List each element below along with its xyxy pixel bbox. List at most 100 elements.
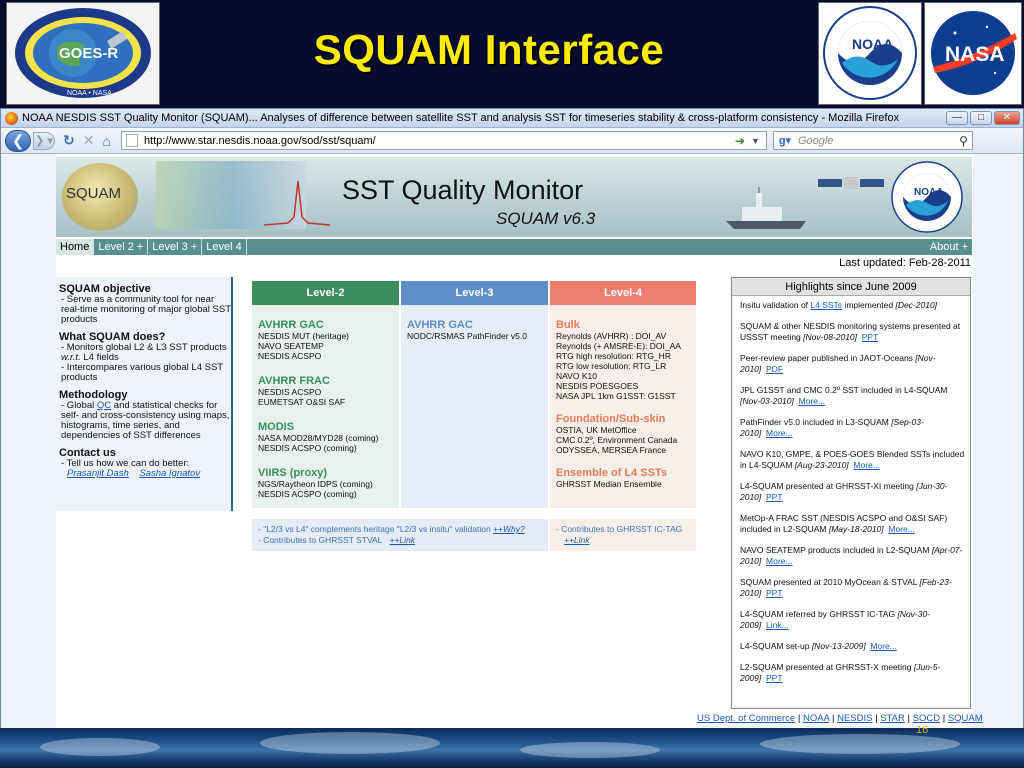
maximize-button[interactable]: □ [970,111,992,125]
l4-group-title[interactable]: Ensemble of L4 SSTs [556,467,690,479]
l2-group-title[interactable]: VIIRS (proxy) [258,467,393,479]
contact-link-dash[interactable]: Prasanjit Dash [67,468,129,479]
l4-item[interactable]: RTG high resolution: RTG_HR [556,351,690,361]
l2-item[interactable]: NAVO SEATEMP [258,341,393,351]
ictag-link[interactable]: ++Link [564,535,590,545]
footer-link[interactable]: NOAA [803,713,829,724]
why-link[interactable]: ++Why? [493,524,525,534]
magnifier-icon[interactable]: ⚲ [959,134,968,148]
footer-link[interactable]: STAR [880,713,905,724]
highlight-link[interactable]: More... [766,556,792,566]
level-3-header[interactable]: Level-3 [401,281,548,305]
highlight-link[interactable]: More... [870,641,896,651]
l2-item[interactable]: NESDIS ACSPO (coming) [258,443,393,453]
tab-about[interactable]: About + [930,241,972,253]
l2-item[interactable]: NESDIS ACSPO (coming) [258,489,393,499]
url-text[interactable]: http://www.star.nesdis.noaa.gov/sod/sst/… [144,135,735,147]
highlight-text: NAVO SEATEMP products included in L2-SQU… [740,545,932,555]
l4-item[interactable]: NESDIS POESGOES [556,381,690,391]
l2-item[interactable]: NESDIS ACSPO [258,351,393,361]
tab-home[interactable]: Home [56,239,95,255]
footer-link[interactable]: NESDIS [837,713,872,724]
cloud [760,734,960,754]
highlight-link[interactable]: L4 SSTs [810,300,842,310]
highlight-link[interactable]: PPT [766,492,783,502]
footer-link[interactable]: US Dept. of Commerce [697,713,795,724]
contact-links: Prasanjit Dash Sasha Ignatov [59,469,231,479]
tab-level-3[interactable]: Level 3 + [148,239,203,255]
site-nav-tabs: Home Level 2 + Level 3 + Level 4 About + [56,239,972,255]
separator: | [904,713,913,724]
objective-text: - Serve as a community tool for near rea… [61,294,231,325]
l4-group-title[interactable]: Bulk [556,319,690,331]
l4-item[interactable]: NAVO K10 [556,371,690,381]
level-4-header[interactable]: Level-4 [550,281,696,305]
highlight-link[interactable]: PPT [862,332,879,342]
highlights-panel: Highlights since June 2009 Insitu valida… [731,277,971,709]
highlight-item: SQUAM presented at 2010 MyOcean & STVAL … [740,577,968,599]
l4-item[interactable]: RTG low resolution: RTG_LR [556,361,690,371]
highlight-link[interactable]: PPT [766,673,783,683]
highlight-link[interactable]: PPT [766,588,783,598]
noaa-banner-logo-text: NOAA [914,187,943,198]
highlight-item: PathFinder v5.0 included in L3-SQUAM [Se… [740,417,968,439]
separator: | [829,713,838,724]
l2-item[interactable]: NGS/Raytheon IDPS (coming) [258,479,393,489]
level-2-column: Level-2 AVHRR GAC NESDIS MUT (heritage) … [252,281,399,517]
stop-icon[interactable]: ✕ [83,132,95,149]
tab-level-4[interactable]: Level 4 [202,239,247,255]
highlight-text: L2-SQUAM presented at GHRSST-X meeting [740,662,914,672]
highlights-list: Insitu validation of L4 SSTs implemented… [734,296,968,705]
forward-arrow-icon[interactable]: ❯ ▾ [33,131,55,150]
google-engine-icon[interactable]: g▾ [777,134,793,148]
home-icon[interactable]: ⌂ [102,133,110,149]
search-bar[interactable]: g▾ Google ⚲ [772,131,973,150]
highlight-link[interactable]: PDF [766,364,783,374]
page-number: 16 [916,724,929,736]
url-dropdown-icon[interactable]: ▼ [751,136,760,146]
l2-item[interactable]: NASA MOD28/MYD28 (coming) [258,433,393,443]
l4-item[interactable]: OSTIA, UK MetOffice [556,425,690,435]
window-titlebar: NOAA NESDIS SST Quality Monitor (SQUAM).… [1,109,1023,128]
l4-item[interactable]: CMC 0.2º, Environment Canada [556,435,690,445]
go-arrow-icon[interactable]: ➔ [735,134,745,148]
highlight-item: L4-SQUAM set-up [Nov-13-2009] More... [740,641,968,652]
footer-link[interactable]: SQUAM [948,713,983,724]
l2-group-title[interactable]: MODIS [258,421,393,433]
footer-link[interactable]: SOCD [913,713,940,724]
l4-item[interactable]: GHRSST Median Ensemble [556,479,690,489]
l4-group-title[interactable]: Foundation/Sub-skin [556,413,690,425]
l2-group-title[interactable]: AVHRR FRAC [258,375,393,387]
l2-group-title[interactable]: AVHRR GAC [258,319,393,331]
l4-item[interactable]: NASA JPL 1km G1SST: G1SST [556,391,690,401]
search-input[interactable]: Google [795,135,959,147]
highlight-link[interactable]: More... [799,396,825,406]
highlight-link[interactable]: More... [888,524,914,534]
cloud [520,742,660,758]
url-bar[interactable]: http://www.star.nesdis.noaa.gov/sod/sst/… [120,131,767,150]
highlight-text: Insitu validation of [740,300,811,310]
reload-icon[interactable]: ↻ [63,132,75,149]
content-margin-right [973,155,1023,729]
l2-item[interactable]: EUMETSAT O&SI SAF [258,397,393,407]
tab-level-2[interactable]: Level 2 + [94,239,149,255]
close-button[interactable]: ✕ [994,111,1020,125]
back-arrow-icon[interactable]: ❮ [5,129,31,152]
l2-item[interactable]: NESDIS MUT (heritage) [258,331,393,341]
highlight-link[interactable]: More... [766,428,792,438]
l4-item[interactable]: ODYSSEA, MERSEA France [556,445,690,455]
l4-item[interactable]: Reynolds (AVHRR) : DOI_AV [556,331,690,341]
l4-item[interactable]: Reynolds (+ AMSRE-E): DOI_AA [556,341,690,351]
level-2-header[interactable]: Level-2 [252,281,399,305]
note-l23-line2: - Contributes to GHRSST STVAL ++Link [258,535,542,546]
highlights-title: Highlights since June 2009 [732,278,970,296]
contact-link-ignatov[interactable]: Sasha Ignatov [139,468,200,479]
highlight-link[interactable]: Link... [766,620,789,630]
l3-item[interactable]: NODC/RSMAS PathFinder v5.0 [407,331,542,341]
highlight-link[interactable]: More... [853,460,879,470]
minimize-button[interactable]: — [946,111,968,125]
l3-group-title[interactable]: AVHRR GAC [407,319,542,331]
l2-item[interactable]: NESDIS ACSPO [258,387,393,397]
noaa-banner-logo: NOAA [891,161,963,233]
stval-link[interactable]: ++Link [390,535,416,545]
